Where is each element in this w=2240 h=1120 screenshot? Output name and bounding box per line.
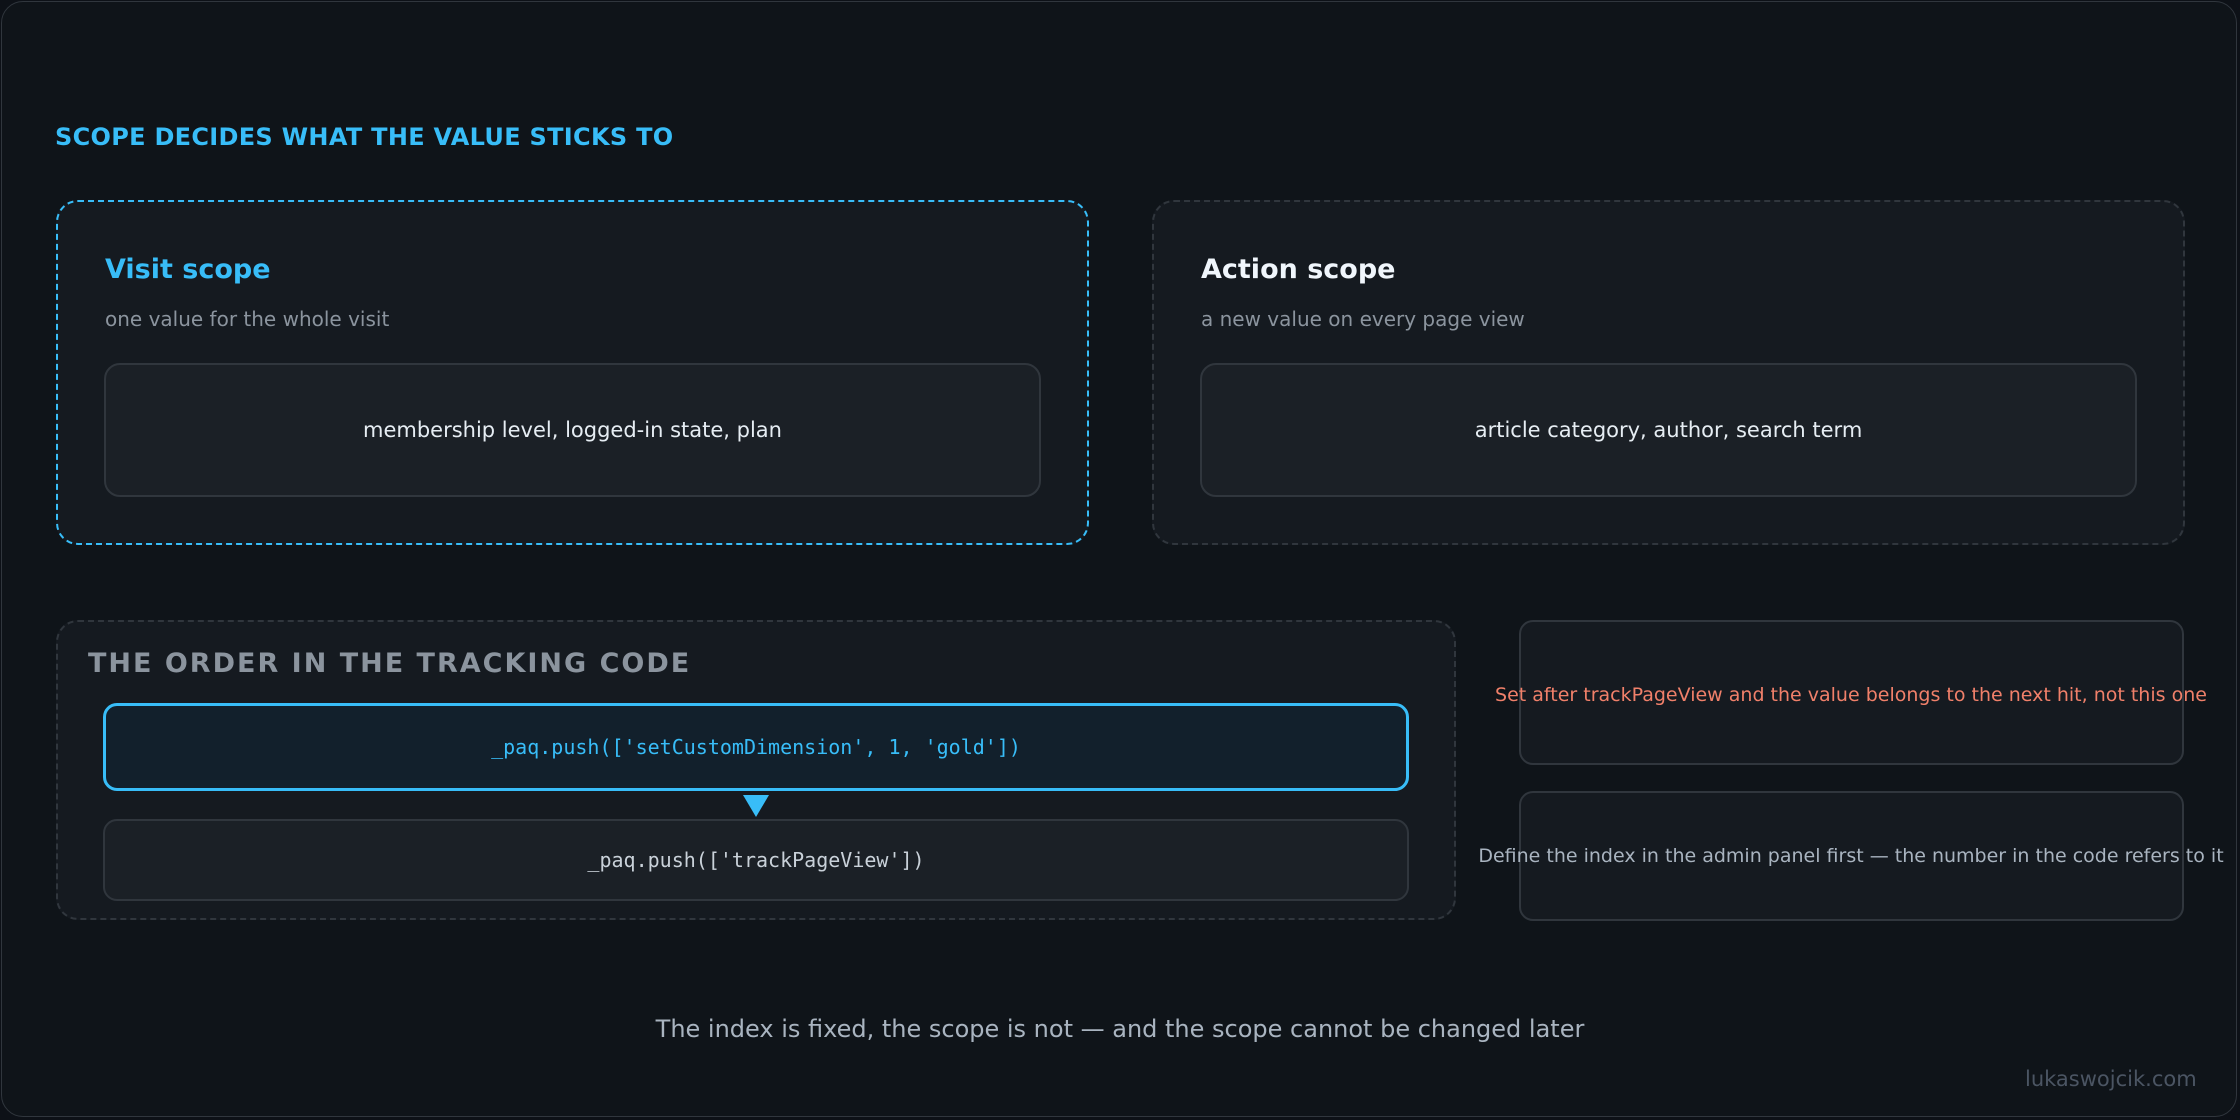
action-scope-panel: Action scope a new value on every page v… xyxy=(1152,200,2185,545)
page-title: SCOPE DECIDES WHAT THE VALUE STICKS TO xyxy=(55,123,674,151)
visit-scope-panel: Visit scope one value for the whole visi… xyxy=(56,200,1089,545)
action-scope-subtitle: a new value on every page view xyxy=(1201,307,1525,331)
order-arrow-icon xyxy=(743,795,769,817)
set-custom-dimension-line: _paq.push(['setCustomDimension', 1, 'gol… xyxy=(103,703,1409,791)
credit-link[interactable]: lukaswojcik.com xyxy=(2025,1067,2197,1091)
warning-note-text: Set after trackPageView and the value be… xyxy=(1495,684,2207,706)
visit-scope-examples: membership level, logged-in state, plan xyxy=(104,363,1041,497)
diagram-frame xyxy=(1,1,2237,1117)
footer-caption: The index is fixed, the scope is not — a… xyxy=(655,1015,1585,1043)
tracking-code-title: THE ORDER IN THE TRACKING CODE xyxy=(88,648,692,679)
track-page-view-line: _paq.push(['trackPageView']) xyxy=(103,819,1409,901)
action-scope-examples: article category, author, search term xyxy=(1200,363,2137,497)
action-scope-title: Action scope xyxy=(1201,254,1396,285)
visit-scope-title: Visit scope xyxy=(105,254,271,285)
info-note-text: Define the index in the admin panel firs… xyxy=(1478,845,2224,867)
visit-scope-subtitle: one value for the whole visit xyxy=(105,307,390,331)
